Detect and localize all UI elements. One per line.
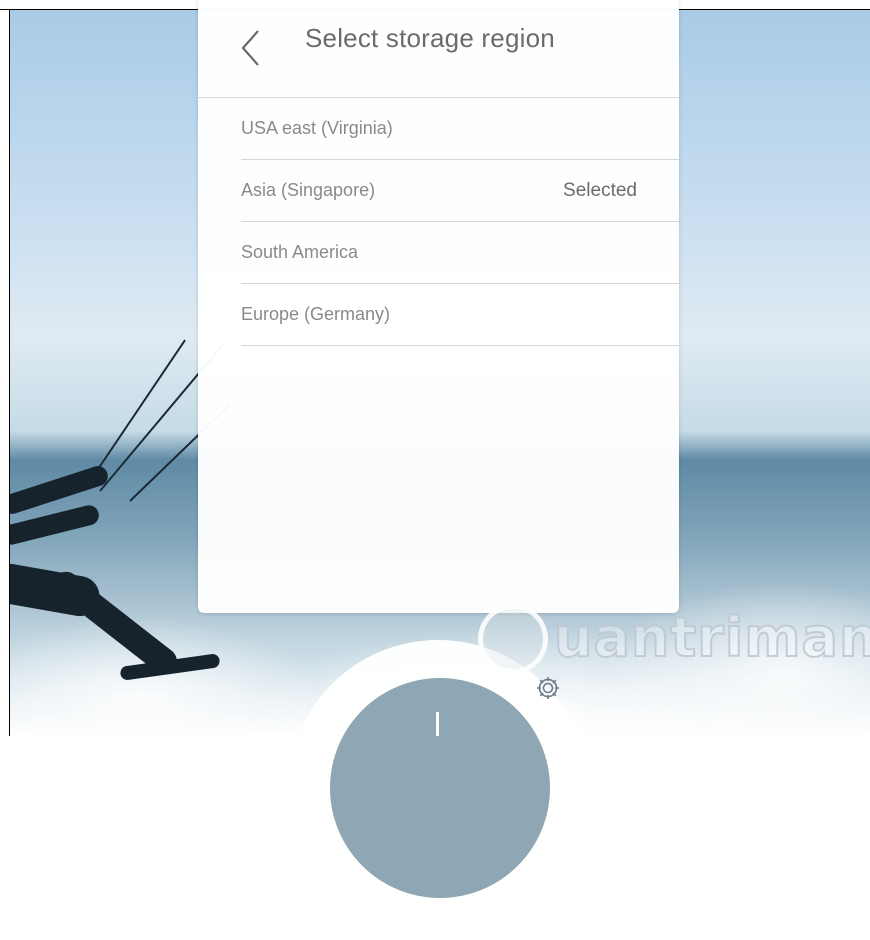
main-action-button[interactable]: [330, 678, 550, 898]
region-item-usa-east[interactable]: USA east (Virginia): [241, 98, 679, 160]
gear-icon[interactable]: [533, 673, 563, 703]
watermark-text: uantrimang: [553, 605, 870, 670]
back-button[interactable]: [238, 28, 264, 68]
region-list: USA east (Virginia) Asia (Singapore) Sel…: [241, 98, 679, 346]
storage-region-panel: Select storage region USA east (Virginia…: [198, 0, 679, 613]
page-title: Select storage region: [305, 23, 555, 53]
region-item-europe[interactable]: Europe (Germany): [241, 284, 679, 346]
panel-header: Select storage region: [198, 0, 679, 98]
lightbulb-icon: [478, 604, 548, 674]
selected-badge: Selected: [563, 180, 637, 201]
region-item-south-america[interactable]: South America: [241, 222, 679, 284]
chevron-left-icon: [241, 30, 259, 66]
region-item-asia[interactable]: Asia (Singapore) Selected: [241, 160, 679, 222]
watermark: uantrimang: [478, 598, 870, 682]
region-name: South America: [241, 242, 359, 262]
region-name: Europe (Germany): [241, 304, 391, 324]
main-action-mark: [436, 712, 439, 736]
region-name: USA east (Virginia): [241, 118, 393, 138]
region-name: Asia (Singapore): [241, 180, 376, 200]
